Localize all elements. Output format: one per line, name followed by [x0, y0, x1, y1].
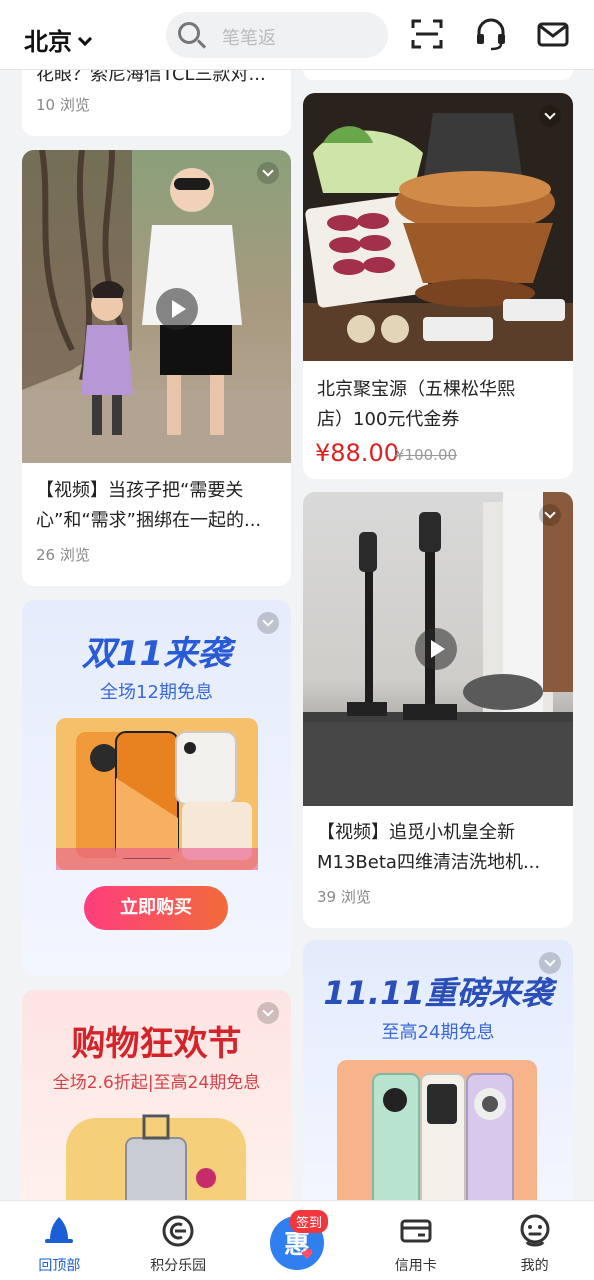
mail-icon[interactable] — [536, 16, 570, 52]
promo-subtitle: 全场2.6折起|至高24期免息 — [52, 1073, 261, 1093]
promo-headline: 双11来袭 — [81, 634, 232, 674]
search-box[interactable]: 笔笔返 — [166, 12, 388, 58]
promo-card[interactable]: 双11来袭 全场12期免息 立即购买 — [22, 600, 291, 976]
chevron-down-icon[interactable] — [257, 1002, 279, 1024]
tab-points-park[interactable]: 积分乐园 — [119, 1201, 238, 1280]
video-card[interactable]: 【视频】追觅小机皇全新 M13Beta四维清洁洗地机... 39 浏览 — [303, 492, 573, 928]
tab-label: 积分乐园 — [150, 1258, 207, 1274]
promo-subtitle: 全场12期免息 — [100, 682, 213, 703]
tab-credit-card[interactable]: 信用卡 — [356, 1201, 475, 1280]
chevron-down-icon[interactable] — [539, 105, 561, 127]
play-icon[interactable] — [156, 288, 198, 330]
promo-headline: 购物狂欢节 — [71, 1024, 242, 1064]
tab-label: 我的 — [520, 1258, 549, 1274]
card-title-line2: 心”和“需求”捆绑在一起的... — [36, 510, 262, 531]
tab-label: 回顶部 — [38, 1258, 81, 1274]
card-title-line1: 【视频】当孩子把“需要关 — [36, 480, 244, 501]
top-bar: 北京 笔笔返 — [0, 0, 594, 70]
phone-product-image — [56, 718, 258, 870]
city-label: 北京 — [24, 28, 72, 56]
card-title: 花眼？索尼海信TCL三款对... — [36, 70, 266, 85]
buy-now-button[interactable]: 立即购买 — [84, 886, 228, 930]
coupon-card[interactable]: 北京聚宝源（五棵松华熙 店）100元代金券 ¥88.00 ¥100.00 — [303, 93, 573, 479]
promo-subtitle: 至高24期免息 — [381, 1022, 495, 1043]
view-count: 26 浏览 — [36, 546, 90, 564]
coupon-title-line1: 北京聚宝源（五棵松华熙 — [317, 379, 515, 400]
coupon-title-line2: 店）100元代金券 — [317, 409, 460, 430]
tab-me[interactable]: 我的 — [475, 1201, 594, 1280]
chevron-down-icon[interactable] — [539, 952, 561, 974]
chevron-down-icon[interactable] — [257, 162, 279, 184]
search-icon — [178, 22, 200, 44]
hotpot-image — [303, 93, 573, 361]
chevron-down-icon[interactable] — [257, 612, 279, 634]
card-title-line2: M13Beta四维清洁洗地机... — [317, 852, 541, 873]
feed-card[interactable]: 花眼？索尼海信TCL三款对... 10 浏览 — [22, 70, 291, 136]
card-title-line1: 【视频】追觅小机皇全新 — [317, 822, 515, 843]
search-placeholder: 笔笔返 — [222, 28, 276, 49]
promo-card[interactable]: 11.11重磅来袭 至高24期免息 — [303, 940, 573, 1200]
coupon-original-price: ¥100.00 — [395, 446, 458, 464]
back-to-top-icon — [45, 1217, 74, 1243]
chevron-down-icon[interactable] — [539, 504, 561, 526]
phone-product-image — [337, 1060, 537, 1200]
credit-card-icon — [400, 1219, 432, 1243]
feed[interactable]: 花眼？索尼海信TCL三款对... 10 浏览 【视频】当孩子把“需要关 心”和“… — [0, 70, 594, 1200]
signin-badge[interactable]: 签到 — [290, 1210, 329, 1233]
scan-icon[interactable] — [410, 16, 444, 52]
coupon-price: ¥88.00 — [315, 439, 399, 467]
tab-label: 信用卡 — [394, 1258, 437, 1274]
view-count: 39 浏览 — [317, 888, 371, 906]
profile-icon — [520, 1214, 550, 1247]
points-icon — [162, 1215, 194, 1247]
promo-card[interactable]: 购物狂欢节 全场2.6折起|至高24期免息 — [22, 990, 291, 1200]
view-count: 10 浏览 — [36, 96, 90, 114]
customer-service-icon[interactable] — [474, 16, 508, 52]
video-card[interactable]: 【视频】当孩子把“需要关 心”和“需求”捆绑在一起的... 26 浏览 — [22, 150, 291, 586]
promo-headline: 11.11重磅来袭 — [323, 974, 553, 1012]
feed-card[interactable] — [303, 70, 573, 80]
tab-back-to-top[interactable]: 回顶部 — [0, 1201, 119, 1280]
chevron-down-icon — [77, 31, 93, 47]
luggage-product-image — [66, 1114, 246, 1200]
city-selector[interactable]: 北京 — [24, 22, 93, 57]
play-icon[interactable] — [415, 628, 457, 670]
